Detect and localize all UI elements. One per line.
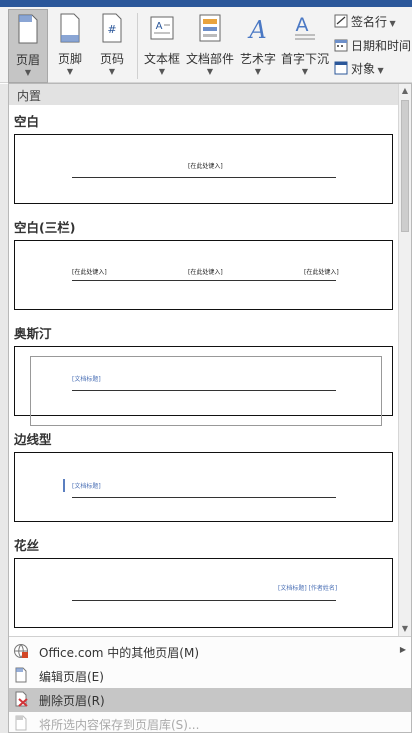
gallery-item-label: 花丝: [14, 538, 40, 553]
ribbon-separator: [137, 13, 138, 79]
svg-text:A: A: [156, 21, 163, 32]
gallery-item-label: 奥斯汀: [14, 326, 52, 341]
signature-line-icon: [334, 14, 348, 28]
save-selection-icon: [15, 715, 27, 731]
menu-item-more-headers[interactable]: Office.com 中的其他页眉(M) ▶: [9, 640, 411, 664]
gallery-item-austin[interactable]: [文档标题]: [14, 346, 393, 426]
office-com-icon: [14, 644, 28, 658]
side-bar-accent: [63, 479, 65, 492]
header-button[interactable]: 页眉 ▼: [8, 9, 48, 83]
placeholder-text: [文档标题]: [72, 376, 101, 383]
wordart-icon: A: [247, 16, 266, 43]
scroll-down-icon[interactable]: ▼: [399, 622, 411, 636]
drop-cap-icon: A: [295, 14, 315, 40]
scroll-up-icon[interactable]: ▲: [399, 84, 411, 98]
placeholder-text: [文档标题] [作者姓名]: [278, 585, 338, 592]
menu-item-remove-header[interactable]: 删除页眉(R): [9, 688, 411, 712]
document-edge: [0, 84, 8, 733]
placeholder-text: [在此处键入]: [72, 269, 107, 276]
drop-cap-button[interactable]: A 首字下沉 ▼: [280, 9, 330, 83]
chevron-down-icon: ▼: [158, 67, 166, 76]
submenu-arrow-icon: ▶: [399, 645, 406, 654]
gallery-item-blank[interactable]: [在此处键入]: [14, 134, 393, 204]
page-number-button[interactable]: # 页码 ▼: [92, 9, 132, 83]
gallery-item-blank-three-column[interactable]: [在此处键入] [在此处键入] [在此处键入]: [14, 240, 393, 310]
chevron-down-icon: ▼: [66, 67, 74, 76]
date-time-icon: [334, 39, 348, 52]
placeholder-text: [文档标题]: [72, 483, 101, 490]
gallery-item-label: 边线型: [14, 432, 52, 447]
menu-item-edit-header[interactable]: 编辑页眉(E): [9, 664, 411, 688]
gallery-item-label: 空白: [14, 114, 40, 129]
gallery-item-label: 空白(三栏): [14, 220, 76, 235]
quick-parts-icon: [199, 14, 221, 42]
signature-line-button[interactable]: 签名行 ▼: [334, 13, 396, 33]
scrollbar-thumb[interactable]: [401, 100, 409, 232]
placeholder-text: [在此处键入]: [188, 163, 223, 170]
textbox-icon: A: [150, 16, 174, 40]
chevron-down-icon: ▼: [108, 67, 116, 76]
placeholder-text: [在此处键入]: [304, 269, 339, 276]
chevron-down-icon: ▼: [206, 67, 214, 76]
svg-text:#: #: [107, 23, 116, 36]
gallery-section-title: 内置: [9, 84, 399, 105]
header-icon: [18, 14, 38, 44]
title-bar-strip: [0, 0, 412, 7]
object-button[interactable]: 对象 ▼: [334, 60, 384, 80]
insert-ribbon: 页眉 ▼ 页脚 ▼ # 页码 ▼ A 文本框 ▼ 文档部件 ▼ A 艺术字 ▼ …: [0, 7, 412, 83]
svg-text:A: A: [296, 14, 309, 36]
page-number-icon: #: [102, 13, 122, 43]
textbox-button[interactable]: A 文本框 ▼: [142, 9, 182, 83]
header-dropdown: 内置 空白 [在此处键入] 空白(三栏) [在此处键入] [在此处键入] [在此…: [8, 83, 412, 733]
header-rule: [72, 497, 336, 498]
chevron-down-icon: ▼: [301, 67, 309, 76]
edit-header-icon: [15, 667, 27, 683]
header-gallery: 内置 空白 [在此处键入] 空白(三栏) [在此处键入] [在此处键入] [在此…: [9, 84, 399, 636]
wordart-button[interactable]: A 艺术字 ▼: [238, 9, 278, 83]
gallery-item-sideline[interactable]: [文档标题]: [14, 452, 393, 522]
gallery-scrollbar[interactable]: ▲ ▼: [398, 84, 411, 636]
chevron-down-icon: ▼: [254, 67, 262, 76]
gallery-item-filigree[interactable]: [文档标题] [作者姓名]: [14, 558, 393, 628]
menu-item-save-to-gallery[interactable]: 将所选内容保存到页眉库(S)...: [9, 712, 411, 733]
placeholder-text: [在此处键入]: [188, 269, 223, 276]
quick-parts-button[interactable]: 文档部件 ▼: [185, 9, 235, 83]
date-time-button[interactable]: 日期和时间: [334, 37, 411, 57]
footer-button[interactable]: 页脚 ▼: [50, 9, 90, 83]
header-rule: [72, 177, 336, 178]
remove-header-icon: [15, 691, 28, 707]
header-rule: [72, 280, 336, 281]
header-rule: [72, 600, 336, 601]
header-menu: Office.com 中的其他页眉(M) ▶ 编辑页眉(E) 删除页眉(R) 将…: [9, 636, 411, 732]
header-rule: [72, 390, 336, 391]
svg-text:A: A: [247, 16, 266, 43]
footer-icon: [60, 13, 80, 43]
object-icon: [334, 61, 348, 75]
page-border: [30, 356, 382, 426]
chevron-down-icon: ▼: [24, 68, 32, 77]
